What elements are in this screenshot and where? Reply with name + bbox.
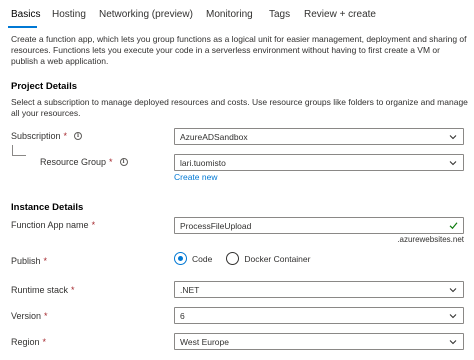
- publish-docker-radio[interactable]: [226, 252, 240, 265]
- tab-networking[interactable]: Networking (preview): [99, 9, 193, 20]
- active-tab-indicator: [8, 26, 37, 28]
- publish-radio-group: Code Docker Container: [174, 252, 324, 265]
- info-icon[interactable]: i: [119, 158, 128, 166]
- required-marker: *: [71, 285, 75, 295]
- required-marker: *: [63, 131, 68, 141]
- version-value: 6: [180, 310, 185, 321]
- required-marker: *: [44, 311, 48, 321]
- chevron-down-icon: [449, 288, 457, 293]
- required-marker: *: [42, 337, 47, 347]
- region-label-text: Region: [11, 337, 40, 347]
- runtime-stack-label-text: Runtime stack: [11, 285, 69, 295]
- resource-group-label: Resource Group * i: [40, 157, 128, 167]
- resource-group-select[interactable]: lari.tuomisto: [174, 154, 464, 171]
- instance-details-heading: Instance Details: [11, 202, 84, 213]
- tab-monitoring[interactable]: Monitoring: [206, 9, 253, 20]
- function-app-name-value: ProcessFileUpload: [180, 220, 252, 231]
- checkmark-icon: [449, 222, 458, 230]
- region-select[interactable]: West Europe: [174, 333, 464, 350]
- domain-suffix: .azurewebsites.net: [397, 235, 464, 244]
- subscription-label: Subscription * i: [11, 131, 83, 141]
- tab-review-create[interactable]: Review + create: [304, 9, 376, 20]
- subscription-select[interactable]: AzureADSandbox: [174, 128, 464, 145]
- runtime-stack-label: Runtime stack *: [11, 285, 75, 295]
- resource-group-label-text: Resource Group: [40, 157, 107, 167]
- runtime-stack-select[interactable]: .NET: [174, 281, 464, 298]
- tab-hosting[interactable]: Hosting: [52, 9, 86, 20]
- function-app-name-label: Function App name *: [11, 220, 95, 230]
- resource-group-value: lari.tuomisto: [180, 157, 226, 168]
- chevron-down-icon: [449, 135, 457, 140]
- function-app-name-input[interactable]: ProcessFileUpload: [174, 217, 464, 234]
- chevron-down-icon: [449, 340, 457, 345]
- required-marker: *: [91, 220, 96, 230]
- publish-label-text: Publish: [11, 256, 41, 266]
- runtime-stack-value: .NET: [180, 284, 200, 295]
- function-app-name-label-text: Function App name: [11, 220, 89, 230]
- chevron-down-icon: [449, 161, 457, 166]
- publish-label: Publish *: [11, 256, 47, 266]
- version-label: Version *: [11, 311, 48, 321]
- tab-basics[interactable]: Basics: [11, 9, 40, 20]
- version-label-text: Version: [11, 311, 42, 321]
- project-details-heading: Project Details: [11, 81, 77, 92]
- publish-code-radio[interactable]: [174, 252, 187, 265]
- create-new-link[interactable]: Create new: [174, 172, 217, 182]
- tab-bar: Basics Hosting Networking (preview) Moni…: [0, 0, 474, 30]
- subscription-label-text: Subscription: [11, 131, 61, 141]
- required-marker: *: [109, 157, 113, 167]
- region-value: West Europe: [180, 336, 229, 347]
- subscription-value: AzureADSandbox: [180, 131, 248, 142]
- publish-code-label: Code: [192, 253, 213, 264]
- tree-connector: [12, 145, 26, 156]
- region-label: Region *: [11, 337, 46, 347]
- required-marker: *: [43, 256, 48, 266]
- tab-tags[interactable]: Tags: [269, 9, 290, 20]
- publish-docker-label: Docker Container: [244, 253, 311, 264]
- info-icon[interactable]: i: [74, 132, 83, 140]
- version-select[interactable]: 6: [174, 307, 464, 324]
- intro-text: Create a function app, which lets you gr…: [11, 34, 467, 66]
- project-details-description: Select a subscription to manage deployed…: [11, 97, 468, 118]
- chevron-down-icon: [449, 314, 457, 319]
